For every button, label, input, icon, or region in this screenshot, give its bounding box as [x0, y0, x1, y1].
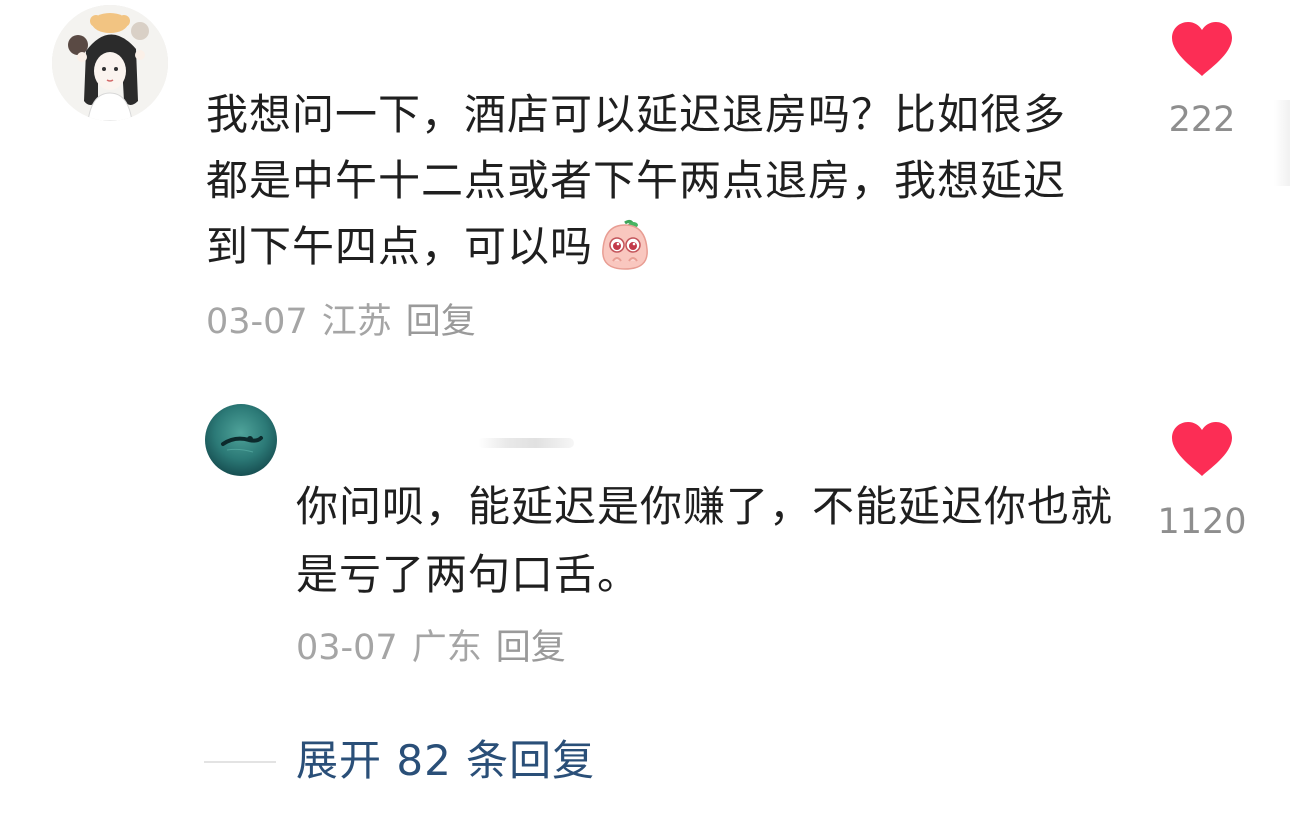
heart-icon [1172, 422, 1232, 476]
pleading-face-icon [595, 219, 655, 271]
reply-date: 03-07 [296, 628, 398, 668]
like-button[interactable]: 222 [1152, 20, 1252, 140]
like-count: 222 [1168, 100, 1236, 140]
comment-meta: 03-07 江苏 回复 [206, 300, 1086, 344]
avatar-illustration [52, 5, 168, 121]
reply-like-count: 1120 [1157, 502, 1247, 542]
reply-text: 你问呗，能延迟是你赚了，不能延迟你也就是亏了两句口舌。 [296, 482, 1114, 599]
comment-date: 03-07 [206, 302, 308, 342]
main-comment: 我想问一下，酒店可以延迟退房吗？比如很多都是中午十二点或者下午两点退房，我想延迟… [206, 82, 1086, 344]
avatar-underwater-image [205, 404, 277, 476]
reply-meta: 03-07 广东 回复 [296, 626, 1116, 670]
comment-thread: 我想问一下，酒店可以延迟退房吗？比如很多都是中午十二点或者下午两点退房，我想延迟… [0, 0, 1290, 823]
reply-comment: 你问呗，能延迟是你赚了，不能延迟你也就是亏了两句口舌。 03-07 广东 回复 [296, 473, 1116, 670]
edge-shadow [1274, 100, 1290, 186]
reply-reply-button[interactable]: 回复 [496, 628, 566, 668]
reply-user-avatar[interactable] [205, 404, 277, 476]
reply-username-blurred [478, 438, 574, 448]
reply-location: 广东 [411, 628, 482, 668]
reply-like-button[interactable]: 1120 [1152, 420, 1252, 542]
comment-text: 我想问一下，酒店可以延迟退房吗？比如很多都是中午十二点或者下午两点退房，我想延迟… [206, 82, 1086, 280]
user-avatar[interactable] [52, 5, 168, 121]
reply-button[interactable]: 回复 [406, 302, 476, 342]
comment-location: 江苏 [321, 302, 392, 342]
expand-replies-button[interactable]: 展开 82 条回复 [296, 735, 595, 787]
expand-divider [204, 761, 276, 763]
heart-icon [1172, 22, 1232, 76]
